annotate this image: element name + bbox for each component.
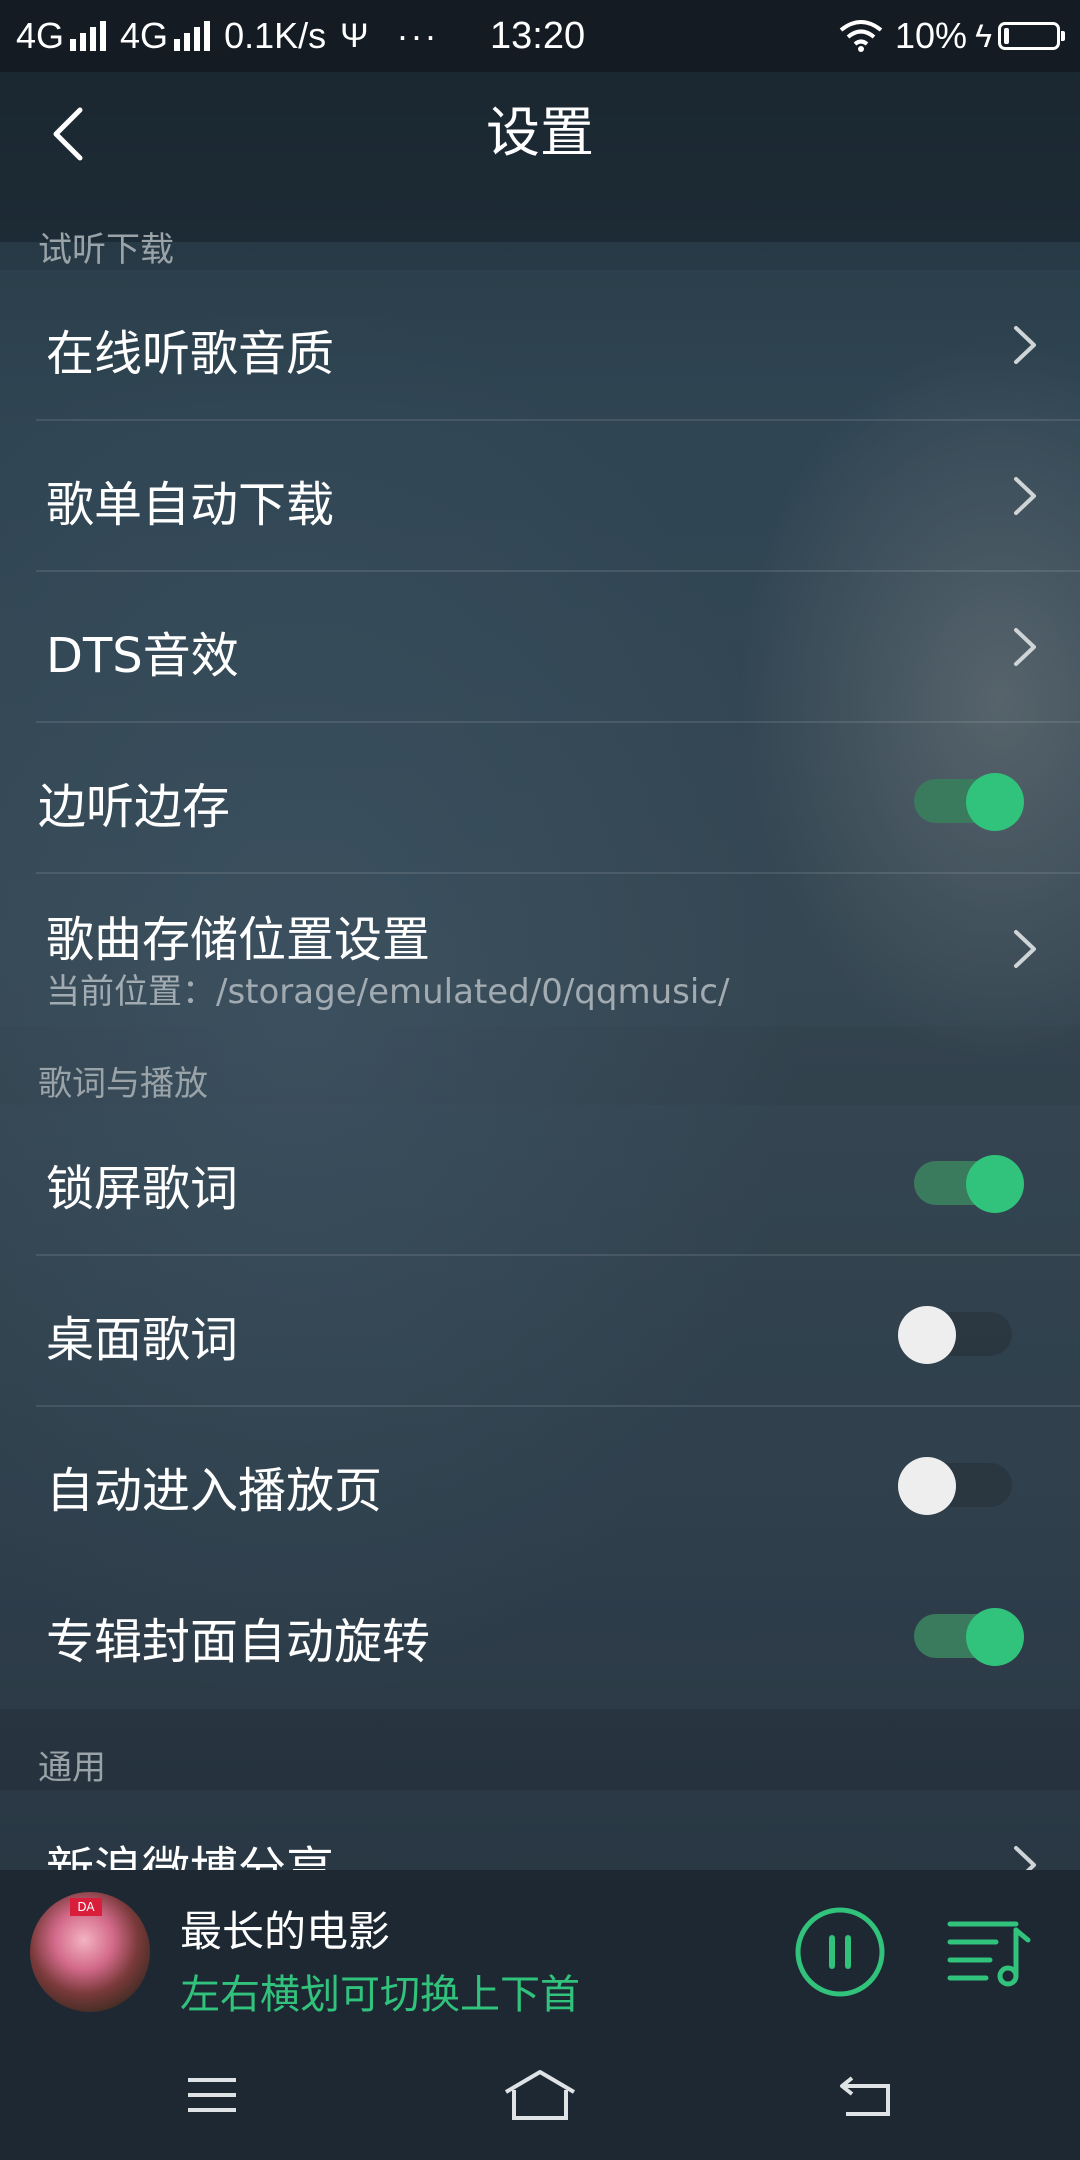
setting-online-quality[interactable]: 在线听歌音质: [0, 270, 1080, 421]
lock-screen-lyrics-toggle[interactable]: [914, 1155, 1024, 1213]
setting-cache-while-listening: 边听边存: [0, 723, 1080, 874]
setting-label: DTS音效: [46, 628, 239, 684]
chevron-right-icon: [1014, 477, 1036, 515]
setting-label: 歌单自动下载: [46, 477, 335, 533]
menu-icon[interactable]: [182, 2068, 242, 2122]
back-nav-icon[interactable]: [836, 2068, 896, 2122]
song-title: 最长的电影: [180, 1907, 391, 1956]
setting-desktop-lyrics: 桌面歌词: [0, 1256, 1080, 1407]
section-header-lyrics-playback: 歌词与播放: [38, 1064, 208, 1104]
chevron-right-icon: [1014, 1846, 1036, 1870]
setting-album-cover-rotation: 专辑封面自动旋转: [0, 1558, 1080, 1709]
section-general: 新浪微博分享: [0, 1790, 1080, 1870]
page-title: 设置: [486, 101, 594, 164]
home-icon[interactable]: [500, 2068, 580, 2122]
setting-auto-enter-player: 自动进入播放页: [0, 1407, 1080, 1558]
album-cover-rotation-toggle[interactable]: [914, 1608, 1024, 1666]
swipe-hint: 左右横划可切换上下首: [180, 1972, 580, 2018]
desktop-lyrics-toggle[interactable]: [898, 1306, 1014, 1364]
signal-icon-1: [70, 21, 110, 51]
chevron-right-icon: [1014, 930, 1036, 968]
setting-label: 锁屏歌词: [46, 1161, 239, 1217]
battery-percent: 10%: [895, 15, 968, 56]
network-label-2: 4G: [120, 15, 169, 56]
charging-icon: ϟ: [975, 17, 992, 54]
usb-icon: Ψ: [340, 16, 369, 55]
playlist-icon[interactable]: [946, 1916, 1032, 1988]
album-badge: DA: [70, 1898, 102, 1916]
setting-label: 歌曲存储位置设置: [46, 912, 431, 968]
chevron-right-icon: [1014, 326, 1036, 364]
setting-weibo-share[interactable]: 新浪微博分享: [0, 1790, 1080, 1870]
setting-storage-location[interactable]: 歌曲存储位置设置 当前位置：/storage/emulated/0/qqmusi…: [0, 874, 1080, 1026]
setting-playlist-auto-download[interactable]: 歌单自动下载: [0, 421, 1080, 572]
setting-label: 桌面歌词: [46, 1312, 239, 1368]
setting-label: 自动进入播放页: [46, 1463, 383, 1519]
section-header-listen-download: 试听下载: [38, 230, 174, 270]
battery-icon: [998, 22, 1065, 50]
setting-label: 在线听歌音质: [46, 326, 335, 382]
pause-icon[interactable]: [794, 1906, 886, 1998]
signal-icon-2: [174, 21, 214, 51]
network-label-1: 4G: [16, 15, 65, 56]
storage-path: 当前位置：/storage/emulated/0/qqmusic/: [46, 972, 730, 1012]
setting-label: 新浪微博分享: [46, 1842, 335, 1870]
wifi-icon: [839, 20, 883, 52]
section-header-general: 通用: [38, 1748, 106, 1788]
cache-while-listening-toggle[interactable]: [914, 773, 1024, 831]
auto-enter-player-toggle[interactable]: [898, 1457, 1014, 1515]
network-speed: 0.1K/s: [224, 15, 327, 56]
more-notifications-icon: ···: [396, 15, 439, 56]
mini-player[interactable]: DA 最长的电影 左右横划可切换上下首: [0, 1870, 1080, 2030]
setting-label: 边听边存: [38, 779, 231, 835]
status-bar: 4G 4G 0.1K/s Ψ ··· 13:20 10% ϟ: [0, 0, 1080, 72]
setting-lock-screen-lyrics: 锁屏歌词: [0, 1105, 1080, 1256]
album-art[interactable]: DA: [30, 1892, 150, 2012]
chevron-right-icon: [1014, 628, 1036, 666]
setting-label: 专辑封面自动旋转: [46, 1614, 431, 1670]
system-nav-bar: [0, 2030, 1080, 2160]
clock: 13:20: [490, 15, 586, 57]
setting-dts[interactable]: DTS音效: [0, 572, 1080, 723]
